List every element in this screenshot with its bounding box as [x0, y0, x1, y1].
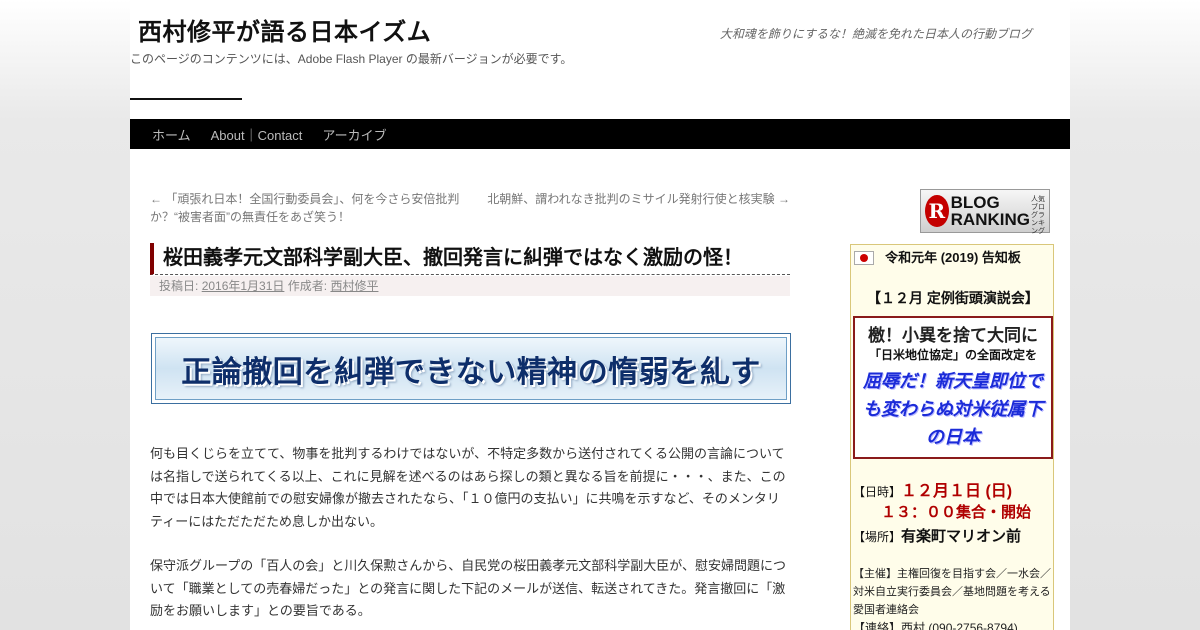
event-date: 【日時】１２月１日 (日) — [853, 477, 1012, 501]
notice-event-name: 【１２月 定例街頭演説会】 — [867, 290, 1039, 306]
post-title: 桜田義孝元文部科学副大臣、撤回発言に糾弾ではなく激励の怪！ — [150, 243, 790, 275]
ranking-small-text: 人気ブログランキング — [1031, 196, 1045, 235]
post-paragraph: 保守派グループの「百人の会」と川久保勲さんから、自民党の桜田義孝元文部科学副大臣… — [150, 558, 786, 618]
slogan-line-1: 檄！小異を捨て大同に — [868, 326, 1038, 345]
nav-item-about-contact[interactable]: About｜Contact — [201, 125, 313, 144]
prev-post-link[interactable]: ← 「頑張れ日本！全国行動委員会」、何を今さら安倍批判か？“被害者面”の無責任を… — [150, 190, 470, 226]
site-description: 大和魂を飾りにするな！絶滅を免れた日本人の行動ブログ — [719, 27, 1032, 41]
posted-label: 投稿日: — [159, 279, 199, 293]
page-wrapper: 西村修平が語る日本イズム 大和魂を飾りにするな！絶滅を免れた日本人の行動ブログ … — [130, 0, 1070, 630]
header-divider — [130, 98, 242, 100]
notice-slogan-box: 檄！小異を捨て大同に 「日米地位協定」の全面改定を 屈辱だ！新天皇即位でも変わら… — [853, 316, 1053, 459]
nav-item-home[interactable]: ホーム — [142, 125, 201, 144]
banner-text: 正論撤回を糾弾できない精神の惰弱を糺す — [181, 355, 761, 389]
post-banner: 正論撤回を糾弾できない精神の惰弱を糺す — [151, 333, 791, 404]
place-label: 【場所】 — [853, 530, 902, 544]
ranking-logo-icon: R — [925, 195, 949, 227]
slogan-line-2: 「日米地位協定」の全面改定を — [868, 348, 1037, 362]
contact-label: 【連絡】 — [853, 621, 902, 630]
date-value: １２月１日 (日) — [901, 483, 1013, 500]
event-time: １３：００集合・開始 — [881, 504, 1032, 521]
date-label: 【日時】 — [853, 485, 902, 499]
author-label: 作成者: — [287, 279, 328, 293]
event-organizer: 【主催】主権回復を目指す会／一水会／対米自立実行委員会／基地問題を考える愛国者連… — [853, 565, 1053, 619]
author-link[interactable]: 西村修平 — [330, 279, 378, 293]
place-value: 有楽町マリオン前 — [901, 528, 1022, 545]
contact-value: 西村 (090-2756-8794) — [901, 621, 1018, 630]
nav-item-archive[interactable]: アーカイブ — [312, 125, 396, 144]
slogan-line-3: 屈辱だ！新天皇即位でも変わらぬ対米従属下の日本 — [863, 371, 1043, 447]
post-paragraph: 何も目くじらを立てて、物事を批判するわけではないが、不特定多数から送付されてくる… — [150, 446, 786, 529]
main-nav: ホーム About｜Contact アーカイブ — [130, 119, 1070, 149]
post-meta: 投稿日: 2016年1月31日 作成者: 西村修平 — [150, 276, 790, 296]
site-title[interactable]: 西村修平が語る日本イズム — [138, 12, 431, 47]
notice-title: 令和元年 (2019) 告知板 — [885, 250, 1021, 265]
post-date-link[interactable]: 2016年1月31日 — [202, 279, 285, 293]
event-place: 【場所】有楽町マリオン前 — [853, 525, 1021, 546]
flash-notice: このページのコンテンツには、Adobe Flash Player の最新バージョ… — [130, 52, 573, 66]
next-post-link[interactable]: 北朝鮮、謂われなき批判のミサイル発射行使と核実験 → — [487, 190, 790, 208]
event-contact: 【連絡】西村 (090-2756-8794) — [853, 619, 1018, 630]
org-label: 【主催】 — [853, 568, 897, 580]
blog-ranking-banner[interactable]: R BLOG RANKING 人気ブログランキング — [920, 189, 1050, 235]
notice-board: 令和元年 (2019) 告知板 【１２月 定例街頭演説会】 檄！小異を捨て大同に… — [850, 244, 1054, 630]
